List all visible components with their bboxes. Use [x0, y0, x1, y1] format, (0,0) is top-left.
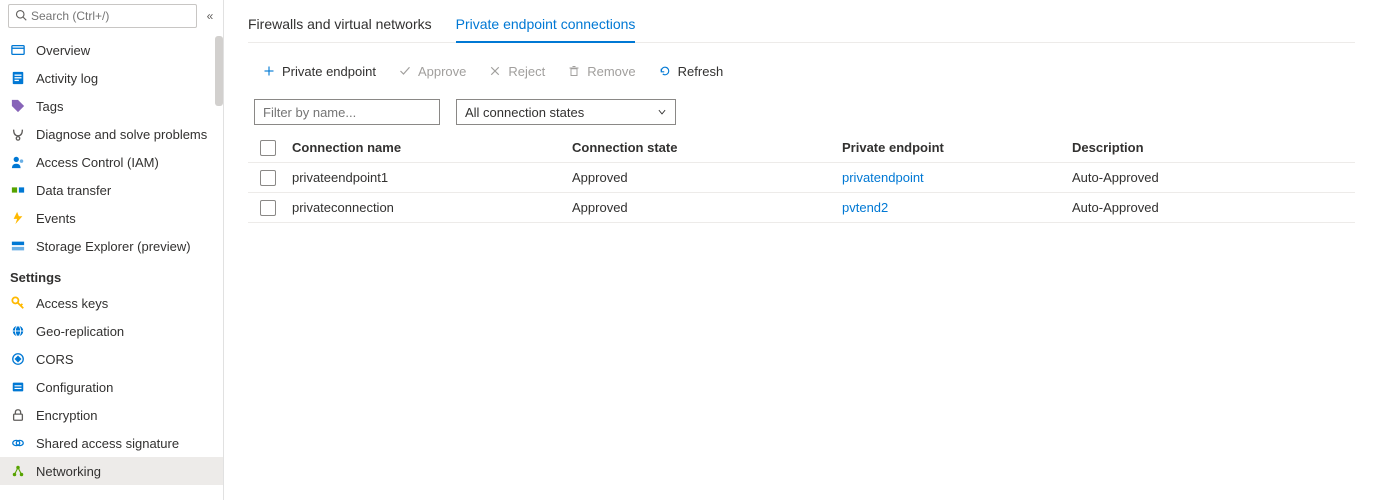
sas-icon: [10, 435, 26, 451]
check-icon: [398, 64, 412, 78]
diagnose-icon: [10, 126, 26, 142]
data-transfer-icon: [10, 182, 26, 198]
sidebar-item-access-control[interactable]: Access Control (IAM): [0, 148, 223, 176]
toolbar-label: Private endpoint: [282, 64, 376, 79]
sidebar-item-label: Geo-replication: [36, 324, 124, 339]
x-icon: [488, 64, 502, 78]
overview-icon: [10, 42, 26, 58]
sidebar-item-sas[interactable]: Shared access signature: [0, 429, 223, 457]
trash-icon: [567, 64, 581, 78]
networking-icon: [10, 463, 26, 479]
cell-private-endpoint-link[interactable]: privatendpoint: [838, 170, 1068, 185]
lock-icon: [10, 407, 26, 423]
filter-row: All connection states: [248, 99, 1355, 125]
sidebar-item-cors[interactable]: CORS: [0, 345, 223, 373]
search-input-container[interactable]: [8, 4, 197, 28]
sidebar-item-label: Activity log: [36, 71, 98, 86]
sidebar-item-label: Networking: [36, 464, 101, 479]
sidebar-item-data-transfer[interactable]: Data transfer: [0, 176, 223, 204]
events-icon: [10, 210, 26, 226]
sidebar-scrollbar[interactable]: [215, 36, 223, 106]
toolbar-label: Remove: [587, 64, 635, 79]
add-private-endpoint-button[interactable]: Private endpoint: [254, 57, 384, 85]
connection-state-select[interactable]: All connection states: [456, 99, 676, 125]
cell-connection-state: Approved: [568, 170, 838, 185]
reject-button: Reject: [480, 57, 553, 85]
table-header-row: Connection name Connection state Private…: [248, 133, 1355, 163]
tab-private-endpoints[interactable]: Private endpoint connections: [456, 10, 636, 42]
sidebar-item-storage-explorer[interactable]: Storage Explorer (preview): [0, 232, 223, 260]
sidebar-item-label: Access keys: [36, 296, 108, 311]
sidebar-item-encryption[interactable]: Encryption: [0, 401, 223, 429]
toolbar-label: Refresh: [678, 64, 724, 79]
key-icon: [10, 295, 26, 311]
sidebar-item-label: Shared access signature: [36, 436, 179, 451]
sidebar-item-label: Diagnose and solve problems: [36, 127, 207, 142]
cell-description: Auto-Approved: [1068, 170, 1355, 185]
approve-button: Approve: [390, 57, 474, 85]
col-connection-name[interactable]: Connection name: [288, 140, 568, 155]
sidebar-item-networking[interactable]: Networking: [0, 457, 223, 485]
tags-icon: [10, 98, 26, 114]
storage-explorer-icon: [10, 238, 26, 254]
remove-button: Remove: [559, 57, 643, 85]
table-row[interactable]: privateendpoint1 Approved privatendpoint…: [248, 163, 1355, 193]
sidebar-item-label: Storage Explorer (preview): [36, 239, 191, 254]
cors-icon: [10, 351, 26, 367]
iam-icon: [10, 154, 26, 170]
sidebar-item-label: CORS: [36, 352, 74, 367]
sidebar-item-label: Events: [36, 211, 76, 226]
cell-connection-name: privateendpoint1: [288, 170, 568, 185]
sidebar-item-diagnose[interactable]: Diagnose and solve problems: [0, 120, 223, 148]
sidebar-item-label: Configuration: [36, 380, 113, 395]
cell-connection-state: Approved: [568, 200, 838, 215]
log-icon: [10, 70, 26, 86]
sidebar-item-events[interactable]: Events: [0, 204, 223, 232]
toolbar-label: Approve: [418, 64, 466, 79]
filter-by-name-input[interactable]: [254, 99, 440, 125]
plus-icon: [262, 64, 276, 78]
col-private-endpoint[interactable]: Private endpoint: [838, 140, 1068, 155]
refresh-button[interactable]: Refresh: [650, 57, 732, 85]
toolbar: Private endpoint Approve Reject Remove R…: [248, 57, 1355, 85]
sidebar-item-activity-log[interactable]: Activity log: [0, 64, 223, 92]
sidebar-item-tags[interactable]: Tags: [0, 92, 223, 120]
select-value: All connection states: [465, 105, 584, 120]
search-row: «: [0, 0, 223, 36]
configuration-icon: [10, 379, 26, 395]
collapse-sidebar-button[interactable]: «: [203, 9, 217, 23]
main-content: Firewalls and virtual networks Private e…: [224, 0, 1379, 500]
nav-list: Overview Activity log Tags Diagnose and …: [0, 36, 223, 500]
sidebar-item-label: Overview: [36, 43, 90, 58]
search-input[interactable]: [31, 9, 190, 23]
sidebar-item-label: Access Control (IAM): [36, 155, 159, 170]
sidebar-item-label: Encryption: [36, 408, 97, 423]
cell-connection-name: privateconnection: [288, 200, 568, 215]
sidebar-item-access-keys[interactable]: Access keys: [0, 289, 223, 317]
globe-icon: [10, 323, 26, 339]
sidebar-item-label: Tags: [36, 99, 63, 114]
col-description[interactable]: Description: [1068, 140, 1355, 155]
sidebar: « Overview Activity log Tags Diagnose an…: [0, 0, 224, 500]
row-checkbox[interactable]: [260, 170, 276, 186]
cell-private-endpoint-link[interactable]: pvtend2: [838, 200, 1068, 215]
sidebar-item-configuration[interactable]: Configuration: [0, 373, 223, 401]
cell-description: Auto-Approved: [1068, 200, 1355, 215]
sidebar-item-label: Data transfer: [36, 183, 111, 198]
chevron-down-icon: [657, 105, 667, 120]
tab-bar: Firewalls and virtual networks Private e…: [248, 10, 1355, 43]
select-all-checkbox[interactable]: [260, 140, 276, 156]
refresh-icon: [658, 64, 672, 78]
col-connection-state[interactable]: Connection state: [568, 140, 838, 155]
connections-table: Connection name Connection state Private…: [248, 133, 1355, 223]
sidebar-item-overview[interactable]: Overview: [0, 36, 223, 64]
tab-firewalls[interactable]: Firewalls and virtual networks: [248, 10, 432, 42]
row-checkbox[interactable]: [260, 200, 276, 216]
settings-heading: Settings: [0, 260, 223, 289]
sidebar-item-geo-replication[interactable]: Geo-replication: [0, 317, 223, 345]
toolbar-label: Reject: [508, 64, 545, 79]
table-row[interactable]: privateconnection Approved pvtend2 Auto-…: [248, 193, 1355, 223]
search-icon: [15, 9, 27, 24]
